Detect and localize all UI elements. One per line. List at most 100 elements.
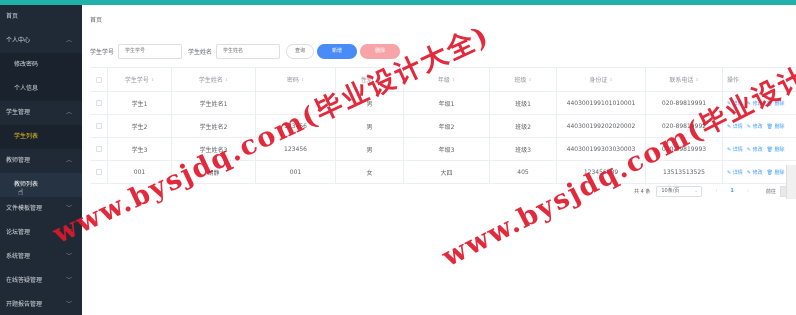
sort-icon[interactable]: ⇕ <box>695 77 698 82</box>
page-size-value: 10条/页 <box>661 187 680 194</box>
row-select[interactable] <box>90 138 108 160</box>
prev-page-icon[interactable]: ‹ <box>715 188 717 194</box>
current-page[interactable]: 1 <box>730 188 733 194</box>
cell-student-no: 学生2 <box>108 115 172 137</box>
cell-grade: 年级2 <box>404 115 490 137</box>
detail-button[interactable]: ✎ 详情 <box>727 146 743 153</box>
chevron-down-icon: ﹀ <box>65 301 72 308</box>
sidebar-item-teacher-management[interactable]: 教师管理 ︿ <box>0 149 82 173</box>
header-label: 联系电话 <box>669 77 694 84</box>
delete-label: 删除 <box>774 123 785 130</box>
cell-password: 001 <box>256 161 336 183</box>
sort-icon[interactable]: ⇕ <box>609 77 612 82</box>
delete-label: 删除 <box>774 146 785 153</box>
checkbox[interactable] <box>95 146 102 152</box>
header-select-all[interactable] <box>90 68 108 91</box>
edit-button[interactable]: ✎ 修改 <box>747 146 763 153</box>
sort-icon[interactable]: ⇕ <box>452 77 455 82</box>
sidebar-item-label: 教师管理 <box>6 157 31 164</box>
student-no-input[interactable] <box>118 43 183 59</box>
cell-gender: 女 <box>336 161 404 183</box>
cell-class: 班级3 <box>490 138 557 160</box>
sort-icon[interactable]: ⇕ <box>151 77 154 82</box>
sidebar-item-online-qa-management[interactable]: 在线答疑管理 ﹀ <box>0 269 82 293</box>
sidebar: 首页 个人中心 ︿ 修改密码 个人信息 学生管理 ︿ 学生列表 教师管理 ︿ 教师列表… <box>0 5 82 315</box>
sort-icon[interactable]: ⇕ <box>528 77 531 82</box>
sidebar-item-student-list[interactable]: 学生列表 <box>0 125 82 149</box>
header-label: 学生学号 <box>124 77 149 84</box>
sidebar-item-label: 修改密码 <box>14 61 39 68</box>
header-label: 操作 <box>727 77 740 84</box>
sidebar-item-label: 开题报告管理 <box>6 301 43 308</box>
sidebar-item-student-management[interactable]: 学生管理 ︿ <box>0 101 82 125</box>
header-label: 班级 <box>514 77 527 84</box>
chevron-up-icon: ︿ <box>65 109 72 116</box>
row-select[interactable] <box>90 115 108 137</box>
cell-grade: 年级1 <box>404 92 490 114</box>
sidebar-item-change-password[interactable]: 修改密码 <box>0 53 82 77</box>
query-button[interactable]: 查询 <box>286 43 315 59</box>
checkbox[interactable] <box>95 100 102 106</box>
chevron-down-icon: ⌄ <box>694 187 699 194</box>
row-delete-button[interactable]: 🗑 删除 <box>767 146 785 153</box>
cell-student-no: 学生3 <box>108 138 172 160</box>
sidebar-item-system-management[interactable]: 系统管理 ﹀ <box>0 245 82 269</box>
cell-grade: 年级3 <box>404 138 490 160</box>
sort-icon[interactable]: ⇕ <box>301 77 304 82</box>
header-label: 年级 <box>437 77 450 84</box>
header-label: 学生姓名 <box>198 77 223 84</box>
checkbox[interactable] <box>95 76 102 83</box>
scrollbar[interactable] <box>786 165 796 199</box>
chevron-up-icon: ︿ <box>65 157 72 164</box>
next-page-icon[interactable]: › <box>747 188 749 194</box>
row-delete-button[interactable]: 🗑 删除 <box>767 123 785 130</box>
student-name-input[interactable] <box>216 43 281 59</box>
sidebar-item-personal-info[interactable]: 个人信息 <box>0 77 82 101</box>
detail-label: 详情 <box>732 146 743 153</box>
sidebar-item-label: 在线答疑管理 <box>6 277 43 284</box>
sort-icon[interactable]: ⇕ <box>225 77 228 82</box>
header-cell[interactable]: 学生姓名 ⇕ <box>172 68 256 91</box>
cell-class: 班级1 <box>490 92 557 114</box>
student-name-label: 学生姓名 <box>188 48 213 56</box>
chevron-down-icon: ﹀ <box>65 277 72 284</box>
cell-class: 405 <box>490 161 557 183</box>
edit-button[interactable]: ✎ 修改 <box>747 169 763 176</box>
sidebar-item-proposal-report-management[interactable]: 开题报告管理 ﹀ <box>0 293 82 315</box>
search-form: 学生学号 学生姓名 查询 新增 删除 <box>90 43 403 59</box>
row-delete-button[interactable]: 🗑 删除 <box>767 169 785 176</box>
page-size-select[interactable]: 10条/页 ⌄ <box>656 185 703 197</box>
chevron-up-icon: ︿ <box>65 37 72 44</box>
pagination-total: 共 4 条 <box>634 188 651 195</box>
sidebar-item-personal-center[interactable]: 个人中心 ︿ <box>0 29 82 53</box>
sidebar-item-teacher-list[interactable]: 教师列表 ☝ <box>0 173 82 198</box>
sidebar-item-label: 个人信息 <box>14 85 39 92</box>
goto-label: 前往 <box>765 188 776 195</box>
breadcrumb[interactable]: 首页 <box>90 15 102 24</box>
cell-id-card: 440300199101010001 <box>557 92 646 114</box>
row-select[interactable] <box>90 161 108 183</box>
checkbox[interactable] <box>95 123 102 129</box>
detail-label: 详情 <box>732 169 743 176</box>
pagination: 共 4 条 10条/页 ⌄ ‹ 1 › 前往 <box>634 185 792 197</box>
edit-button[interactable]: ✎ 修改 <box>747 123 763 130</box>
checkbox[interactable] <box>95 169 102 175</box>
header-cell[interactable]: 班级 ⇕ <box>490 68 557 91</box>
cell-gender: 男 <box>336 138 404 160</box>
edit-label: 修改 <box>752 123 763 130</box>
edit-label: 修改 <box>752 169 763 176</box>
header-cell[interactable]: 联系电话 ⇕ <box>646 68 723 91</box>
header-cell[interactable]: 身份证 ⇕ <box>557 68 646 91</box>
header-cell[interactable]: 学生学号 ⇕ <box>108 68 172 91</box>
edit-label: 修改 <box>752 146 763 153</box>
row-select[interactable] <box>90 92 108 114</box>
cell-grade: 大四 <box>404 161 490 183</box>
cell-class: 班级2 <box>490 115 557 137</box>
cell-student-no: 学生1 <box>108 92 172 114</box>
sidebar-item-label: 学生管理 <box>6 109 31 116</box>
detail-button[interactable]: ✎ 详情 <box>727 169 743 176</box>
sidebar-item-home[interactable]: 首页 <box>0 5 82 29</box>
cell-id-card: 440300199202020002 <box>557 115 646 137</box>
add-button[interactable]: 新增 <box>317 43 358 59</box>
sidebar-item-label: 首页 <box>6 13 19 20</box>
